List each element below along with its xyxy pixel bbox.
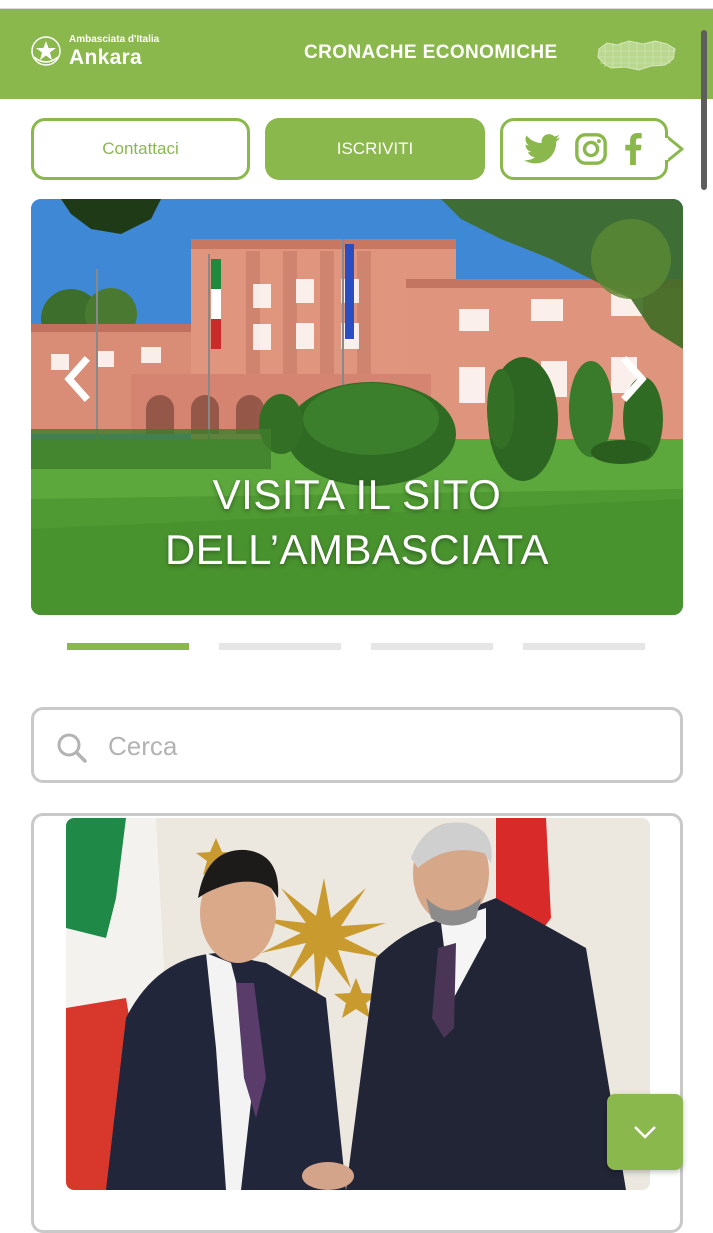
social-links <box>500 118 668 180</box>
turkey-map-icon <box>597 40 676 71</box>
news-card[interactable] <box>31 813 683 1233</box>
site-title[interactable]: CRONACHE ECONOMICHE <box>304 42 558 64</box>
slider-indicator-1[interactable] <box>67 643 189 650</box>
leaders-handshake-photo <box>66 818 650 1190</box>
scroll-down-button[interactable] <box>607 1094 683 1170</box>
contact-button[interactable]: Contattaci <box>31 118 250 180</box>
italy-emblem-icon[interactable] <box>30 33 62 69</box>
search-input[interactable] <box>106 722 650 770</box>
facebook-icon[interactable] <box>622 133 644 165</box>
slide-caption[interactable]: VISITA IL SITO DELL’AMBASCIATA <box>31 467 683 577</box>
slider-indicator-2[interactable] <box>219 643 341 650</box>
slider-next-arrow-icon[interactable] <box>614 351 654 407</box>
hero-slider[interactable]: VISITA IL SITO DELL’AMBASCIATA <box>31 199 683 615</box>
page-scrollbar[interactable] <box>701 30 707 190</box>
slider-indicator-4[interactable] <box>523 643 645 650</box>
site-header: Ambasciata d'Italia Ankara CRONACHE ECON… <box>0 9 713 99</box>
slider-indicators <box>0 643 713 651</box>
slider-indicator-3[interactable] <box>371 643 493 650</box>
search-icon[interactable] <box>56 732 88 764</box>
logo-subtitle[interactable]: Ambasciata d'Italia <box>69 34 159 45</box>
instagram-icon[interactable] <box>574 132 608 166</box>
slide-caption-line-2: DELL’AMBASCIATA <box>164 526 550 573</box>
twitter-icon[interactable] <box>524 134 560 164</box>
browser-top-edge <box>0 0 713 9</box>
logo-title[interactable]: Ankara <box>69 46 142 70</box>
slider-prev-arrow-icon[interactable] <box>57 351 97 407</box>
subscribe-button[interactable]: ISCRIVITI <box>265 118 485 180</box>
slide-caption-line-1: VISITA IL SITO <box>212 471 502 518</box>
search-box <box>31 707 683 783</box>
chevron-down-icon <box>634 1126 656 1139</box>
news-card-image[interactable] <box>66 818 650 1190</box>
social-bubble-tail <box>664 134 684 164</box>
